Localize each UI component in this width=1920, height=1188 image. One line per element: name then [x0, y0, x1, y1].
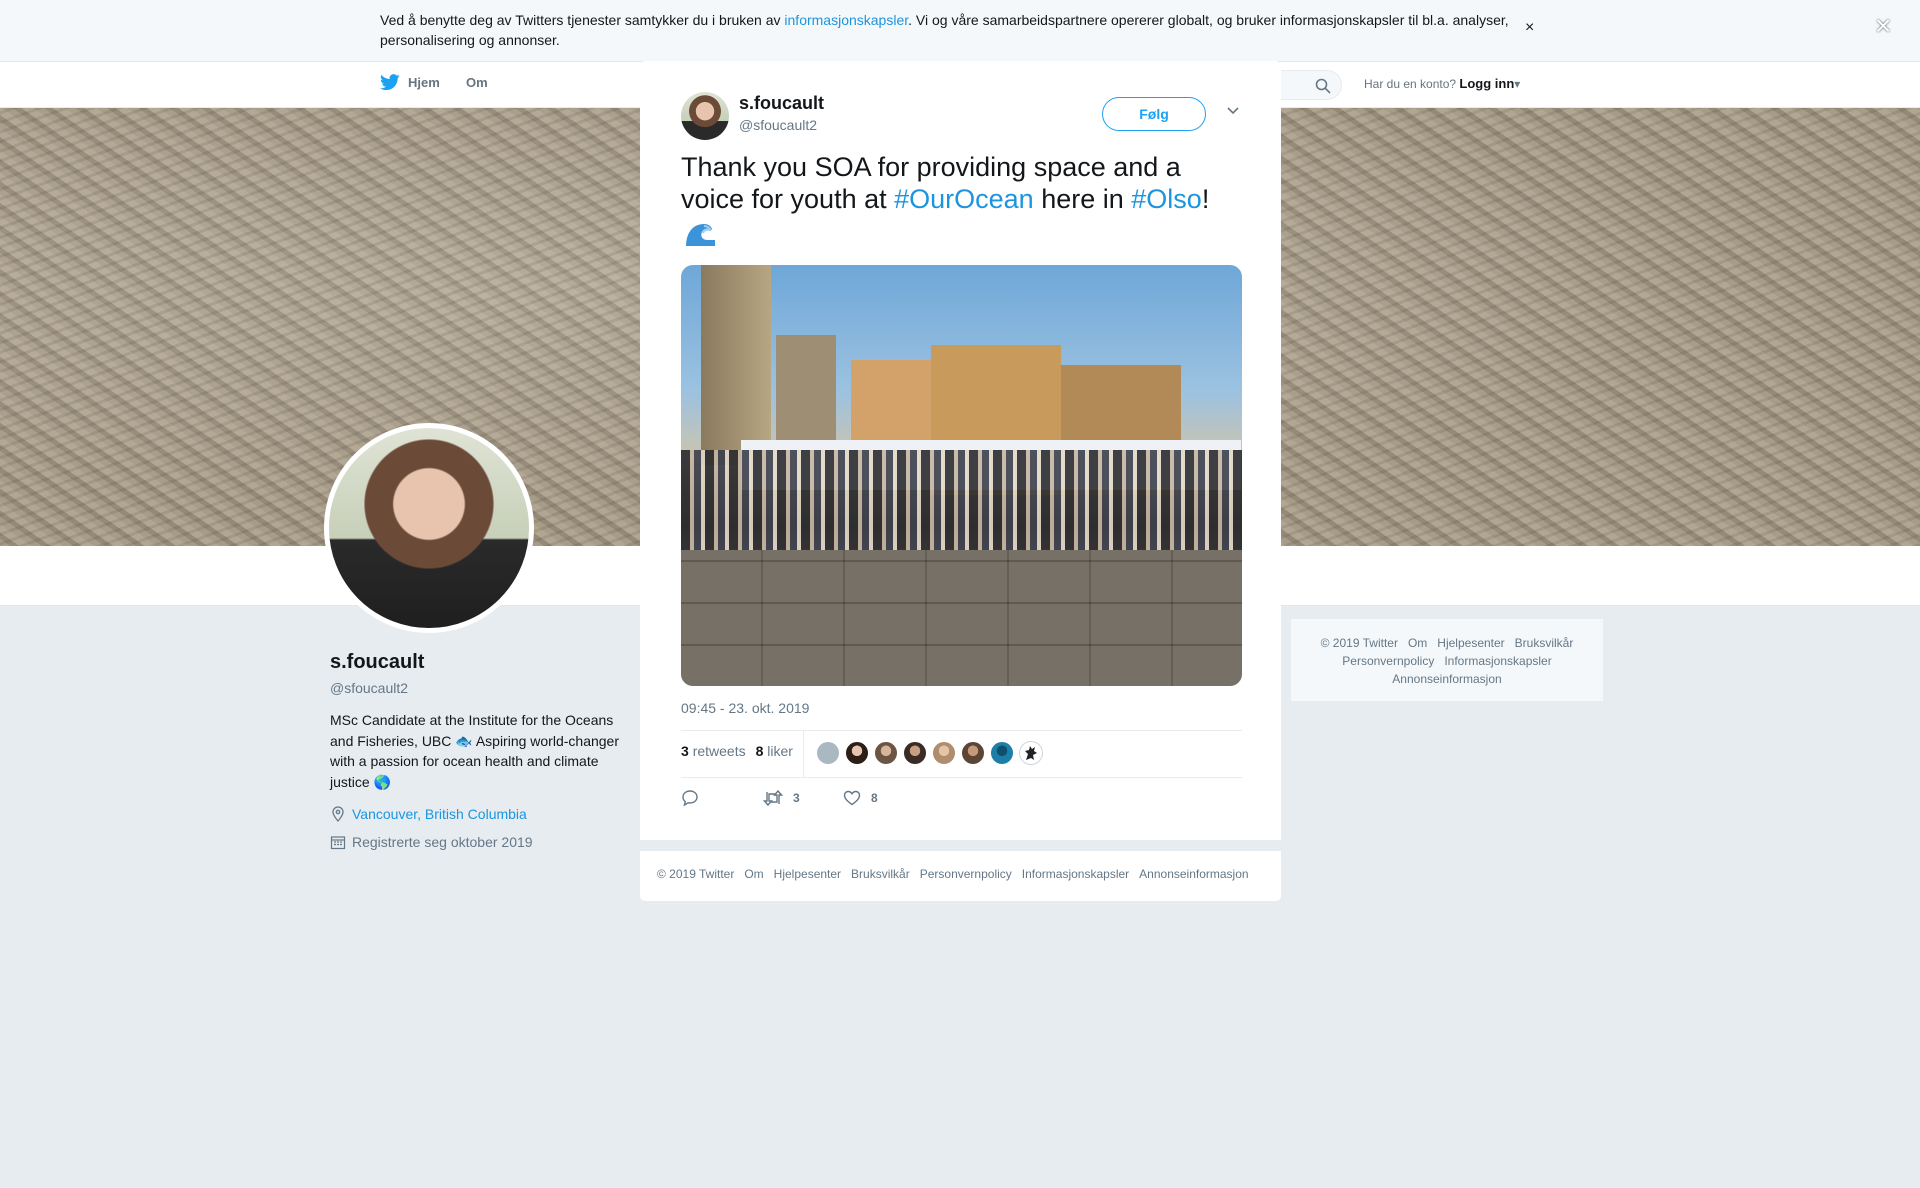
hashtag-olso[interactable]: #Olso — [1131, 184, 1202, 214]
tweet-modal: s.foucault @sfoucault2 Følg Thank you SO… — [640, 61, 1281, 840]
tweet-photo[interactable] — [681, 265, 1242, 686]
retweets-count: 3 — [681, 743, 689, 759]
side-footer: © 2019 Twitter Om Hjelpesenter Bruksvilkår … — [1290, 618, 1604, 702]
liker-avatar[interactable] — [1019, 741, 1043, 765]
footer-copyright: © 2019 Twitter — [657, 867, 735, 881]
liker-avatar[interactable] — [961, 741, 985, 765]
photo-pavement — [681, 550, 1242, 686]
login-area: Har du en konto? Logg inn▾ — [1364, 76, 1520, 91]
chevron-down-icon[interactable] — [1226, 106, 1240, 116]
liker-avatar[interactable] — [845, 741, 869, 765]
cookie-text-before: Ved å benytte deg av Twitters tjenester … — [380, 12, 785, 28]
footer-help[interactable]: Hjelpesenter — [774, 867, 841, 881]
tweet-text: Thank you SOA for providing space and a … — [681, 151, 1251, 250]
side-footer-copyright: © 2019 Twitter — [1320, 636, 1398, 650]
nav-about[interactable]: Om — [466, 75, 488, 90]
tweet-author-name[interactable]: s.foucault — [739, 93, 824, 114]
liker-avatar[interactable] — [903, 741, 927, 765]
tweet-author-handle[interactable]: @sfoucault2 — [739, 117, 817, 133]
likes-count: 8 — [755, 743, 764, 759]
side-footer-terms[interactable]: Bruksvilkår — [1515, 636, 1574, 650]
retweets-stat[interactable]: 3 retweets — [681, 743, 746, 759]
side-footer-ads[interactable]: Annonseinformasjon — [1392, 672, 1501, 686]
profile-handle[interactable]: @sfoucault2 — [330, 680, 408, 696]
likes-stat[interactable]: 8 liker — [756, 743, 793, 759]
have-account-text: Har du en konto? — [1364, 77, 1457, 91]
footer-about[interactable]: Om — [744, 867, 763, 881]
cookie-close-icon[interactable]: × — [1525, 19, 1534, 37]
like-count: 8 — [871, 791, 878, 805]
divider — [681, 730, 1242, 731]
tweet-text-part-2: here in — [1033, 184, 1132, 214]
tweet-timestamp[interactable]: 09:45 - 23. okt. 2019 — [681, 700, 809, 716]
heart-icon — [843, 790, 861, 806]
liker-avatar[interactable] — [990, 741, 1014, 765]
profile-location: Vancouver, British Columbia — [330, 806, 527, 822]
lion-crest-icon — [1025, 746, 1037, 760]
location-pin-icon — [332, 806, 344, 822]
follow-button[interactable]: Følg — [1102, 97, 1206, 131]
search-icon[interactable] — [1315, 78, 1331, 94]
nav-home[interactable]: Hjem — [380, 74, 440, 91]
likes-label: liker — [767, 743, 793, 759]
profile-joined: Registrerte seg oktober 2019 — [330, 834, 533, 850]
liker-avatar[interactable] — [932, 741, 956, 765]
retweet-icon — [763, 790, 783, 806]
retweet-action[interactable]: 3 — [763, 790, 843, 806]
tweet-text-part-3: ! — [1201, 184, 1210, 214]
twitter-bird-icon — [380, 74, 400, 91]
tweet-stats: 3 retweets 8 liker — [681, 743, 793, 759]
caret-down-icon[interactable]: ▾ — [1514, 77, 1520, 91]
divider — [681, 777, 1242, 778]
liker-avatar[interactable] — [874, 741, 898, 765]
like-action[interactable]: 8 — [843, 790, 878, 806]
close-icon[interactable]: × — [1875, 10, 1891, 42]
login-link[interactable]: Logg inn — [1459, 76, 1514, 91]
side-footer-privacy[interactable]: Personvernpolicy — [1342, 654, 1434, 668]
hashtag-ourocean[interactable]: #OurOcean — [894, 184, 1034, 214]
cookie-link[interactable]: informasjonskapsler — [784, 12, 908, 28]
profile-location-link[interactable]: Vancouver, British Columbia — [352, 806, 527, 822]
liker-avatars — [816, 741, 1043, 765]
side-footer-help[interactable]: Hjelpesenter — [1437, 636, 1504, 650]
photo-crowd — [681, 450, 1242, 550]
calendar-icon — [330, 836, 346, 850]
footer-cookies[interactable]: Informasjonskapsler — [1022, 867, 1129, 881]
profile-bio: MSc Candidate at the Institute for the O… — [330, 712, 619, 790]
reply-icon — [682, 790, 698, 807]
retweets-label: retweets — [692, 743, 746, 759]
liker-avatar[interactable] — [816, 741, 840, 765]
profile-avatar[interactable] — [324, 423, 534, 633]
cookie-text: Ved å benytte deg av Twitters tjenester … — [380, 10, 1510, 50]
side-footer-cookies[interactable]: Informasjonskapsler — [1444, 654, 1551, 668]
side-footer-about[interactable]: Om — [1408, 636, 1427, 650]
water-wave-emoji-icon — [686, 223, 715, 246]
nav-home-label: Hjem — [408, 75, 440, 90]
footer-privacy[interactable]: Personvernpolicy — [920, 867, 1012, 881]
stats-divider — [803, 731, 804, 777]
reply-action[interactable] — [681, 789, 763, 807]
footer-terms[interactable]: Bruksvilkår — [851, 867, 910, 881]
profile-name[interactable]: s.foucault — [330, 651, 424, 674]
profile-joined-text: Registrerte seg oktober 2019 — [352, 834, 533, 850]
tweet-author-avatar[interactable] — [681, 92, 729, 140]
modal-footer: © 2019 Twitter Om Hjelpesenter Bruksvilkår P… — [640, 851, 1281, 901]
photo-building — [701, 265, 771, 465]
cookie-banner: Ved å benytte deg av Twitters tjenester … — [0, 0, 1920, 62]
footer-ads[interactable]: Annonseinformasjon — [1139, 867, 1248, 881]
retweet-count: 3 — [793, 791, 800, 805]
tweet-actions: 3 8 — [681, 789, 878, 807]
